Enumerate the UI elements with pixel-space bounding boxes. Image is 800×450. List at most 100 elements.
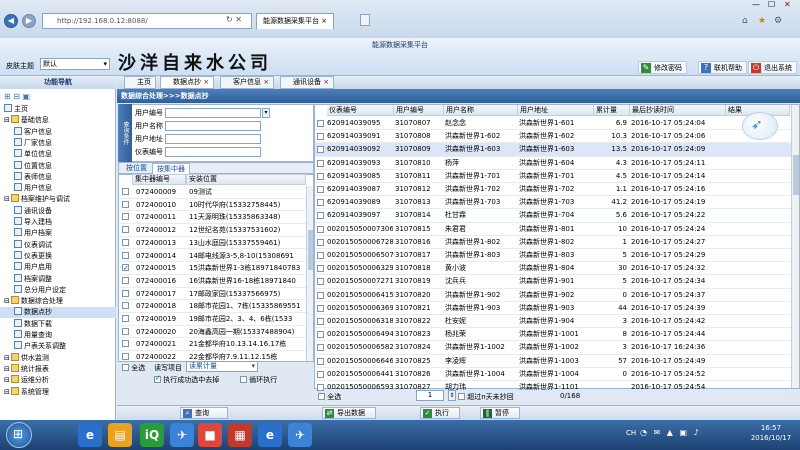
sidebar-item[interactable]: 厂家信息 <box>0 137 116 149</box>
row-checkbox[interactable] <box>317 225 324 233</box>
sidebar-item[interactable]: 仪表调试 <box>0 239 116 251</box>
row-checkbox[interactable] <box>122 276 129 284</box>
concentrator-row[interactable]: 072400011 11天源明珠(15335863348) <box>119 211 307 225</box>
remove-success-checkbox[interactable] <box>154 375 161 383</box>
forward-icon[interactable]: ▶ <box>22 14 36 28</box>
meter-row[interactable]: 002015050006369 31070821 洪森新世界1-903 洪森新世界1-… <box>315 302 791 315</box>
sidebar-item[interactable]: 数据下载 <box>0 318 116 330</box>
page-spin-icon[interactable]: ⇕ <box>448 390 456 401</box>
concentrator-row[interactable]: 072400020 20海鑫高园一期(15337488904) <box>119 326 307 339</box>
concentrator-row[interactable]: 072400021 21金都华府10.13.14.16.17栋 <box>119 338 307 352</box>
meter-row[interactable]: 002015050006329 31070818 黄小波 洪森新世界1-804 30 20… <box>315 262 791 276</box>
browser-tab[interactable]: 能源数据采集平台 × <box>256 13 335 29</box>
back-icon[interactable]: ◀ <box>4 14 18 28</box>
row-checkbox[interactable] <box>317 146 324 154</box>
settings-gear-icon[interactable]: ⚙ <box>774 16 782 26</box>
collapse-icon[interactable]: ⊟ <box>4 376 10 384</box>
row-checkbox[interactable] <box>317 384 324 391</box>
sidebar-item[interactable]: 档案调整 <box>0 273 116 285</box>
sidebar-item[interactable]: 用户启用 <box>0 262 116 273</box>
tab-data-reading[interactable]: 数据点抄 × <box>160 76 215 89</box>
sidebar-item[interactable]: ⊟ 统计报表 <box>0 363 116 375</box>
bird-app-icon[interactable]: ✈ <box>170 423 194 447</box>
page-number-input[interactable]: 1 <box>416 390 444 401</box>
subtab-by-location[interactable]: 按位置 <box>122 163 151 173</box>
loop-execute-checkbox[interactable] <box>240 376 247 383</box>
sidebar-item[interactable]: 用量查询 <box>0 330 116 341</box>
row-checkbox[interactable] <box>122 188 129 195</box>
collapse-icon[interactable]: ⊟ <box>4 116 10 124</box>
favorites-icon[interactable]: ★ <box>758 16 766 26</box>
concentrator-row[interactable]: 072400009 09测试 <box>119 186 307 199</box>
meter-row[interactable]: 002015050006507 31070817 洪森新世界1-803 洪森新世界1-… <box>315 249 791 263</box>
sidebar-item[interactable]: 位置信息 <box>0 160 116 172</box>
meter-id-input[interactable] <box>165 147 261 157</box>
app-store-icon[interactable]: ■ <box>198 423 222 447</box>
meter-row[interactable]: 002015050007271 31070819 沈兵兵 洪森新世界1-901 5 201… <box>315 275 791 289</box>
sidebar-item[interactable]: 户表关系调整 <box>0 341 116 352</box>
expand-all-icon[interactable]: ⊞ ⊟ ▣ <box>4 92 30 101</box>
maximize-icon[interactable]: ☐ <box>768 0 782 9</box>
sidebar-item[interactable]: ⊟ 供水监测 <box>0 352 116 364</box>
scroll-thumb[interactable] <box>308 230 313 270</box>
option-remove-success[interactable]: 执行成功选中去掉 <box>154 375 219 385</box>
start-button[interactable]: ⊞ <box>6 422 32 448</box>
row-checkbox[interactable] <box>317 186 324 193</box>
row-checkbox[interactable] <box>317 291 324 299</box>
ie-icon[interactable]: e <box>78 423 102 447</box>
row-checkbox[interactable] <box>122 340 129 348</box>
meter-row[interactable]: 620914039095 31070807 赵念念 洪森新世界1-601 6.9 2016… <box>315 117 791 131</box>
chevron-down-icon[interactable]: ▾ <box>262 108 270 118</box>
meter-row[interactable]: 002015050006441 31070826 洪森新世界1-1004 洪森新世界1… <box>315 368 791 381</box>
select-all-checkbox[interactable] <box>318 393 325 400</box>
meter-row[interactable]: 620914039097 31070814 杜甘霖 洪森新世界1-704 5.6 2016… <box>315 209 791 223</box>
clock-date[interactable]: 2016/10/17 <box>748 434 794 442</box>
sidebar-item[interactable]: 表师信息 <box>0 171 116 183</box>
close-tab-icon[interactable]: × <box>203 78 209 86</box>
row-checkbox[interactable] <box>317 357 324 365</box>
close-window-icon[interactable]: ✕ <box>784 0 798 9</box>
iqiyi-icon[interactable]: iQ <box>140 423 164 447</box>
tab-home[interactable]: 主页 <box>124 76 156 89</box>
row-checkbox[interactable] <box>317 252 324 259</box>
row-checkbox[interactable] <box>122 251 129 259</box>
online-help-button[interactable]: ? 联机帮助 <box>698 61 747 74</box>
concentrator-row[interactable]: 072400013 13山水庭园(15337559461) <box>119 237 307 250</box>
row-checkbox[interactable] <box>317 344 324 352</box>
meter-row[interactable]: 002015050006593 31070827 胡力玮 洪森新世界1-1101 201… <box>315 381 791 395</box>
folder-icon[interactable]: ▤ <box>108 423 132 447</box>
collapse-icon[interactable]: ⊟ <box>4 354 10 362</box>
row-checkbox[interactable] <box>317 278 324 286</box>
user-name-input[interactable] <box>165 121 261 131</box>
meter-row[interactable]: 002015050006415 31070820 洪森新世界1-902 洪森新世界1-… <box>315 289 791 302</box>
row-checkbox[interactable] <box>317 370 324 378</box>
sidebar-item[interactable]: 用户信息 <box>0 183 116 194</box>
home-icon[interactable]: ⌂ <box>742 16 748 26</box>
meter-row[interactable]: 002015050007306 31070815 朱君君 洪森新世界1-801 10 20… <box>315 223 791 236</box>
select-all-checkbox[interactable] <box>122 364 129 371</box>
row-checkbox[interactable] <box>317 318 324 325</box>
query-button[interactable]: ⌕ 查询 <box>180 407 228 419</box>
read-item-select[interactable]: 读累计量 ▾ <box>186 361 258 372</box>
collapse-icon[interactable]: ⊟ <box>4 195 10 203</box>
meter-row[interactable]: 002015050006318 31070822 杜安妮 洪森新世界1-904 3 201… <box>315 315 791 329</box>
overdue-days-checkbox[interactable] <box>458 393 465 400</box>
pause-button[interactable]: ‖ 暂停 <box>480 407 520 419</box>
row-checkbox[interactable] <box>122 213 129 221</box>
left-scrollbar[interactable] <box>306 186 313 361</box>
concentrator-row[interactable]: 072400010 10时代华府(15332758445) <box>119 199 307 212</box>
user-address-input[interactable] <box>165 134 261 144</box>
sidebar-item[interactable]: ⊟ 系统管理 <box>0 386 116 398</box>
export-button[interactable]: ⇄ 导出数据 <box>322 407 376 419</box>
sidebar-item[interactable]: 仪表更换 <box>0 250 116 262</box>
change-password-button[interactable]: ✎ 修改密码 <box>638 61 687 74</box>
concentrator-row[interactable]: 072400012 12世纪名苑(15337531602) <box>119 224 307 237</box>
user-id-input[interactable] <box>165 108 261 118</box>
close-tab-icon[interactable]: × <box>321 17 327 25</box>
sidebar-item[interactable]: ⊟ 档案维护与调试 <box>0 194 116 205</box>
row-checkbox[interactable] <box>317 265 324 273</box>
concentrator-row[interactable]: 072400015 15洪森新世界1-3栋18971840783 <box>119 262 307 275</box>
sidebar-item[interactable]: ⊟ 运维分析 <box>0 375 116 386</box>
row-checkbox[interactable] <box>317 199 324 207</box>
skin-select[interactable]: 默认 ▾ <box>40 58 110 70</box>
